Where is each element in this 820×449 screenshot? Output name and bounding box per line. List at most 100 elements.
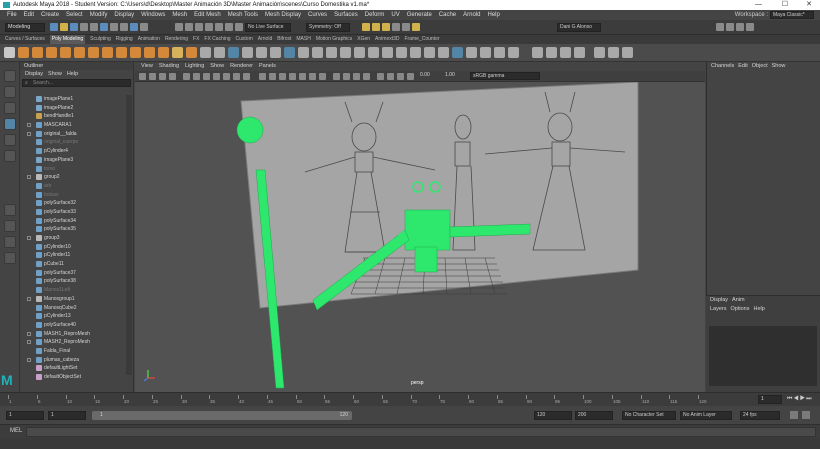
outliner-item[interactable]: imagePlane3 (24, 156, 125, 165)
expand-toggle-icon[interactable] (27, 331, 31, 336)
snap-grid-icon[interactable] (130, 23, 138, 31)
poly-torus-icon[interactable] (74, 47, 85, 58)
insert-edge-loop-icon[interactable] (382, 47, 393, 58)
rotate-tool-icon[interactable] (4, 134, 16, 146)
poly-text-icon[interactable] (172, 47, 183, 58)
symmetry-dropdown[interactable]: Symmetry: Off (306, 23, 350, 32)
outliner-item[interactable]: ManosqCube2 (24, 304, 125, 313)
exposure-value[interactable]: 0.00 (420, 72, 430, 78)
history-icon[interactable] (205, 23, 213, 31)
move-tool-icon[interactable] (4, 118, 16, 130)
viewport-menu-view[interactable]: View (141, 62, 153, 71)
construction-history-icon[interactable] (235, 23, 243, 31)
outliner-item[interactable]: polySurface35 (24, 225, 125, 234)
grid-icon[interactable] (183, 73, 190, 80)
smooth-shade-icon[interactable] (269, 73, 276, 80)
menu-generate[interactable]: Generate (407, 10, 432, 20)
single-perspective-layout-icon[interactable] (4, 204, 16, 216)
outliner-item[interactable]: pCylinder10 (24, 243, 125, 252)
minimize-button[interactable]: — (755, 0, 762, 10)
layer-menu-layers[interactable]: Layers (710, 305, 727, 314)
outliner-item[interactable]: polySurface34 (24, 217, 125, 226)
make-live-icon[interactable] (195, 23, 203, 31)
append-to-polygon-icon[interactable] (340, 47, 351, 58)
shelf-tab-mash[interactable]: MASH (296, 35, 310, 44)
shelf-tab-animation[interactable]: Animation (138, 35, 160, 44)
paint-tool-icon[interactable] (608, 47, 619, 58)
menu-mesh-tools[interactable]: Mesh Tools (228, 10, 258, 20)
paint-select-tool-icon[interactable] (4, 102, 16, 114)
expand-toggle-icon[interactable] (27, 296, 31, 301)
current-frame-field[interactable]: 1 (758, 395, 782, 404)
command-input[interactable] (26, 427, 816, 437)
resolution-gate-icon[interactable] (203, 73, 210, 80)
user-account-dropdown[interactable]: Dani G Alonso (557, 23, 601, 32)
outliner-item[interactable]: pCylinder11 (24, 251, 125, 260)
time-slider[interactable]: 1 5 10 15 20 25 30 35 40 45 50 55 60 65 70 75 80 85 90 95 10… (0, 392, 820, 406)
combine-icon[interactable] (200, 47, 211, 58)
outliner-item[interactable]: group2 (24, 173, 125, 182)
shelf-tab-custom[interactable]: Custom (236, 35, 253, 44)
outliner-item[interactable]: bendHandle1 (24, 112, 125, 121)
playback-end-field[interactable]: 120 (534, 411, 572, 420)
open-scene-icon[interactable] (60, 23, 68, 31)
select-camera-icon[interactable] (139, 73, 146, 80)
poly-pyramid-icon[interactable] (130, 47, 141, 58)
outliner-item[interactable]: group3 (24, 234, 125, 243)
preferences-icon[interactable] (802, 411, 810, 419)
smooth-icon[interactable] (228, 47, 239, 58)
platonic-solid-icon[interactable] (116, 47, 127, 58)
collapse-icon[interactable] (438, 47, 449, 58)
menu-display[interactable]: Display (114, 10, 134, 20)
use-all-lights-icon[interactable] (309, 73, 316, 80)
workspace-dropdown[interactable]: Maya Classic* (770, 11, 814, 19)
outliner-item[interactable]: Manos1Left (24, 286, 125, 295)
menu-help[interactable]: Help (487, 10, 499, 20)
channel-box-menu-edit[interactable]: Edit (738, 62, 747, 71)
outliner-menu-help[interactable]: Help (67, 70, 78, 78)
menu-edit-mesh[interactable]: Edit Mesh (194, 10, 221, 20)
xray-icon[interactable] (387, 73, 394, 80)
layer-menu-options[interactable]: Options (731, 305, 750, 314)
selected-staff-sphere[interactable] (236, 116, 264, 144)
maximize-button[interactable]: ☐ (782, 0, 788, 10)
multi-cut-icon[interactable] (368, 47, 379, 58)
poly-disc-icon[interactable] (102, 47, 113, 58)
viewport-menu-shading[interactable]: Shading (159, 62, 179, 71)
shelf-tab-motion-graphics[interactable]: Motion Graphics (316, 35, 352, 44)
camera-based-mapping-icon[interactable] (508, 47, 519, 58)
outliner-item[interactable]: MASCARA1 (24, 121, 125, 130)
outliner-item[interactable]: pCylinder13 (24, 312, 125, 321)
animation-start-field[interactable]: 1 (6, 411, 44, 420)
expand-toggle-icon[interactable] (27, 123, 31, 128)
center-pivot-icon[interactable] (532, 47, 543, 58)
selected-body-mesh[interactable] (404, 209, 451, 251)
new-scene-icon[interactable] (50, 23, 58, 31)
outliner-menu-display[interactable]: Display (25, 70, 43, 78)
modeling-toolkit-icon[interactable] (716, 23, 724, 31)
fps-dropdown[interactable]: 24 fps (740, 411, 780, 420)
layer-tab-anim[interactable]: Anim (732, 296, 745, 305)
outliner-item[interactable]: arb (24, 182, 125, 191)
outliner-item[interactable]: polySurface33 (24, 208, 125, 217)
viewport-panel[interactable]: View Shading Lighting Show Renderer Panels 0.… (135, 62, 705, 392)
animation-end-field[interactable]: 200 (575, 411, 613, 420)
boolean-intersection-icon[interactable] (270, 47, 281, 58)
gamma-value[interactable]: 1.00 (445, 72, 455, 78)
color-space-dropdown[interactable]: sRGB gamma (470, 72, 540, 80)
shadows-icon[interactable] (319, 73, 326, 80)
arnold-render-icon[interactable] (412, 23, 420, 31)
expand-toggle-icon[interactable] (27, 131, 31, 136)
redo-icon[interactable] (90, 23, 98, 31)
mirror-icon[interactable] (284, 47, 295, 58)
shelf-tab-animext3d[interactable]: Animext3D (375, 35, 399, 44)
menu-mesh-display[interactable]: Mesh Display (265, 10, 301, 20)
range-slider-bar[interactable]: 1 120 (92, 411, 352, 420)
outliner-scrollbar[interactable] (126, 95, 132, 375)
xray-active-components-icon[interactable] (407, 73, 414, 80)
depth-of-field-icon[interactable] (363, 73, 370, 80)
poly-cube-icon[interactable] (32, 47, 43, 58)
select-component-icon[interactable] (120, 23, 128, 31)
four-view-layout-icon[interactable] (4, 220, 16, 232)
shelf-tab-rigging[interactable]: Rigging (116, 35, 133, 44)
